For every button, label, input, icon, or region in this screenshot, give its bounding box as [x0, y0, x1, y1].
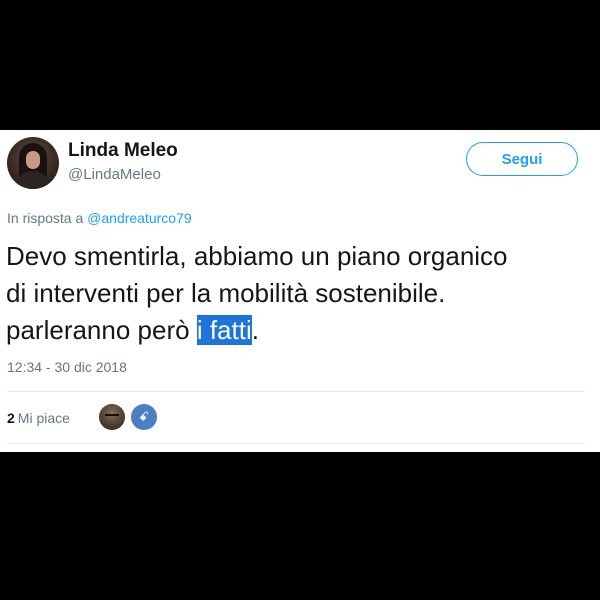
tweet-text-line: parleranno però i fatti.	[6, 312, 596, 349]
avatar-face	[26, 151, 40, 169]
reply-context-prefix: In risposta a	[7, 210, 88, 226]
avatar[interactable]	[7, 137, 59, 189]
likes-number: 2	[7, 410, 15, 426]
selected-text: i fatti	[196, 315, 252, 345]
user-handle[interactable]: @LindaMeleo	[68, 166, 161, 183]
tweet-text-line: di interventi per la mobilità sostenibil…	[6, 278, 446, 308]
tweet-text-fragment: parleranno però	[6, 315, 197, 345]
likes-label: Mi piace	[17, 410, 70, 426]
follow-button[interactable]: Segui	[466, 142, 578, 176]
liker-avatar[interactable]: ꗃ	[131, 404, 157, 430]
divider	[7, 443, 585, 444]
tweet-timestamp[interactable]: 12:34 - 30 dic 2018	[7, 359, 127, 375]
liker-glasses	[105, 414, 119, 420]
likes-count[interactable]: 2 Mi piace	[7, 410, 70, 426]
tweet-text-line: Devo smentirla, abbiamo un piano organic…	[6, 241, 508, 271]
tweet-text-fragment: .	[251, 315, 259, 345]
liker-avatar-glyph: ꗃ	[138, 409, 150, 424]
reply-mention-link[interactable]: @andreaturco79	[87, 210, 192, 226]
reply-context: In risposta a @andreaturco79	[7, 210, 192, 226]
tweet-card: Linda Meleo @LindaMeleo Segui In rispost…	[0, 130, 600, 452]
display-name[interactable]: Linda Meleo	[68, 140, 178, 162]
divider	[7, 391, 585, 392]
liker-avatar[interactable]	[99, 404, 125, 430]
tweet-text: Devo smentirla, abbiamo un piano organic…	[6, 238, 596, 349]
